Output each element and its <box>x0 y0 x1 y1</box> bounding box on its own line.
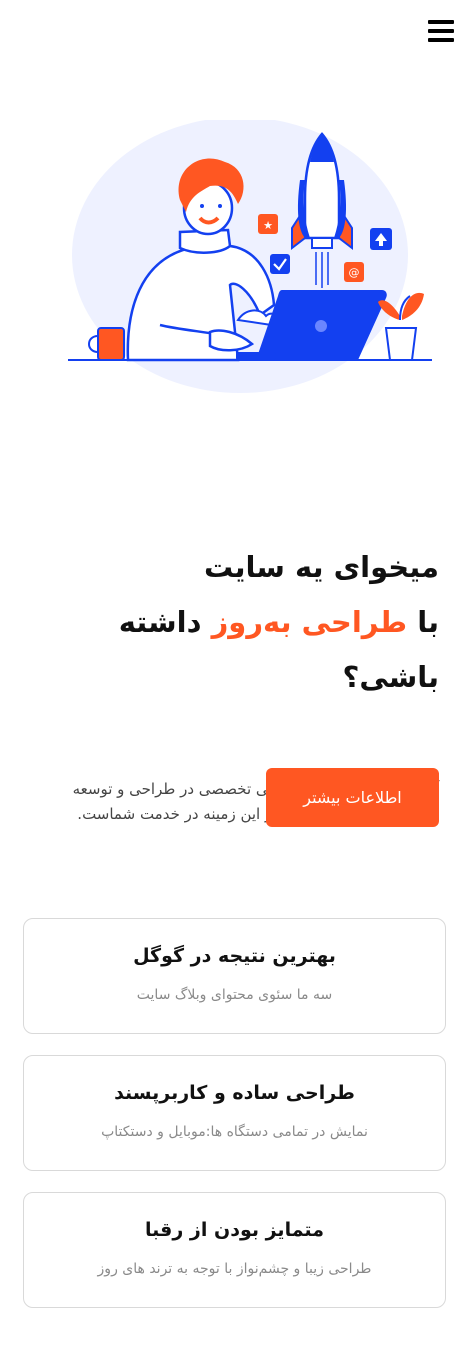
hamburger-menu-icon <box>428 20 454 24</box>
menu-button[interactable] <box>428 20 454 42</box>
feature-description: نمایش در تمامی دستگاه ها:موبایل و دستکتا… <box>101 1124 368 1140</box>
feature-description: طراحی زیبا و چشم‌نواز با توجه به ترند ها… <box>97 1261 372 1277</box>
feature-card: بهترین نتیجه در گوگل سه ما سئوی محتوای و… <box>23 918 446 1034</box>
hero-title: میخوای یه سایت با طراحی به‌روز داشته باش… <box>24 540 439 705</box>
feature-title: طراحی ساده و کاربرپسند <box>114 1082 355 1104</box>
more-info-button[interactable]: اطلاعات بیشتر <box>266 768 439 827</box>
hero-title-highlight: طراحی به‌روز <box>211 605 408 639</box>
features-list: بهترین نتیجه در گوگل سه ما سئوی محتوای و… <box>23 918 446 1329</box>
svg-text:@: @ <box>349 266 360 279</box>
feature-card: متمایز بودن از رقبا طراحی زیبا و چشم‌نوا… <box>23 1192 446 1308</box>
feature-title: بهترین نتیجه در گوگل <box>133 945 336 967</box>
feature-card: طراحی ساده و کاربرپسند نمایش در تمامی دس… <box>23 1055 446 1171</box>
hero-title-line1: میخوای یه سایت <box>203 550 439 584</box>
check-badge-icon <box>270 254 290 274</box>
hero-title-line2-prefix: با <box>407 605 439 639</box>
hero-illustration: ★ @ <box>68 120 432 393</box>
feature-description: سه ما سئوی محتوای وبلاگ سایت <box>136 987 333 1003</box>
plant-pot-icon <box>378 292 424 361</box>
feature-title: متمایز بودن از رقبا <box>145 1219 324 1241</box>
coffee-mug-icon <box>88 327 125 361</box>
svg-text:★: ★ <box>263 219 273 232</box>
